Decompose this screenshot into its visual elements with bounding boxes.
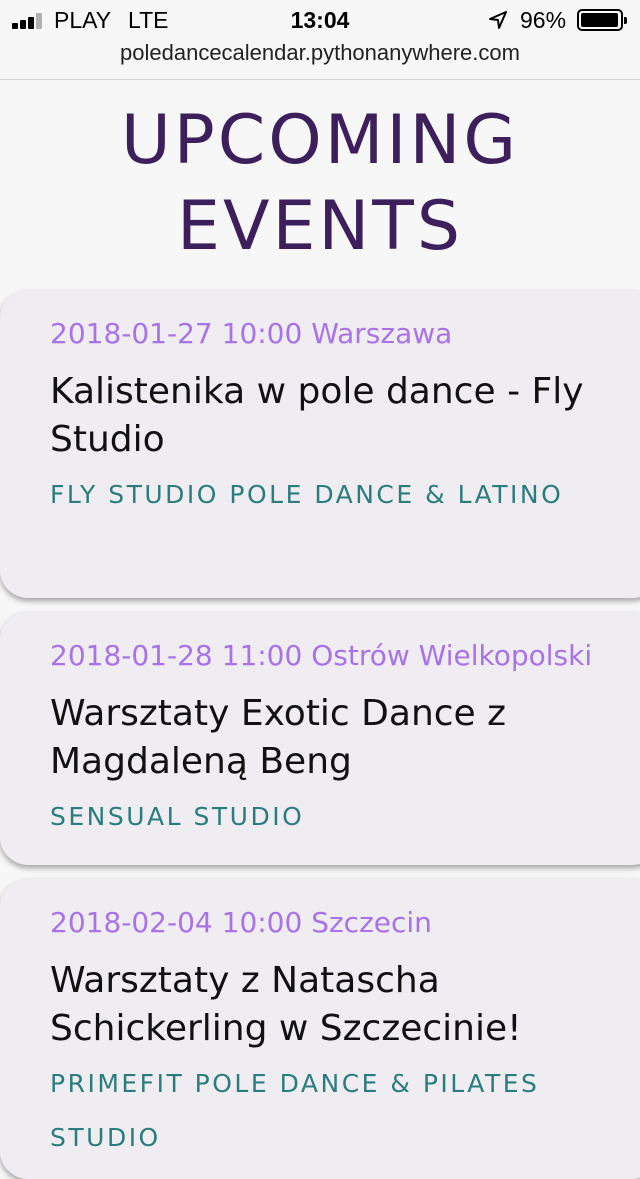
event-studio[interactable]: PRIMEFIT POLE DANCE & PILATES STUDIO — [50, 1057, 570, 1165]
event-card[interactable]: 2018-01-27 10:00 Warszawa Kalistenika w … — [0, 290, 640, 598]
event-card[interactable]: 2018-02-04 10:00 Szczecin Warsztaty z Na… — [0, 879, 640, 1179]
event-card[interactable]: 2018-01-28 11:00 Ostrów Wielkopolski War… — [0, 612, 640, 865]
status-bar: PLAY LTE 13:04 96% — [0, 0, 640, 40]
event-studio[interactable]: SENSUAL STUDIO — [50, 790, 570, 844]
page-title-line-1: UPCOMING — [120, 101, 520, 180]
page-title: UPCOMING EVENTS — [0, 98, 640, 270]
location-arrow-icon — [489, 11, 507, 29]
address-bar[interactable]: poledancecalendar.pythonanywhere.com — [0, 40, 640, 80]
event-date-location: 2018-02-04 10:00 Szczecin — [50, 906, 432, 939]
battery-icon — [577, 9, 627, 31]
event-title[interactable]: Warsztaty Exotic Dance z Magdaleną Beng — [50, 690, 590, 786]
event-date-location: 2018-01-27 10:00 Warszawa — [50, 317, 453, 350]
event-title[interactable]: Kalistenika w pole dance - Fly Studio — [50, 368, 590, 464]
event-title[interactable]: Warsztaty z Natascha Schickerling w Szcz… — [50, 957, 590, 1053]
battery-percent: 96% — [520, 7, 567, 33]
url-text: poledancecalendar.pythonanywhere.com — [120, 40, 520, 65]
page-title-line-2: EVENTS — [176, 187, 463, 266]
event-date-location: 2018-01-28 11:00 Ostrów Wielkopolski — [50, 639, 593, 672]
event-studio[interactable]: FLY STUDIO POLE DANCE & LATINO — [50, 468, 570, 522]
